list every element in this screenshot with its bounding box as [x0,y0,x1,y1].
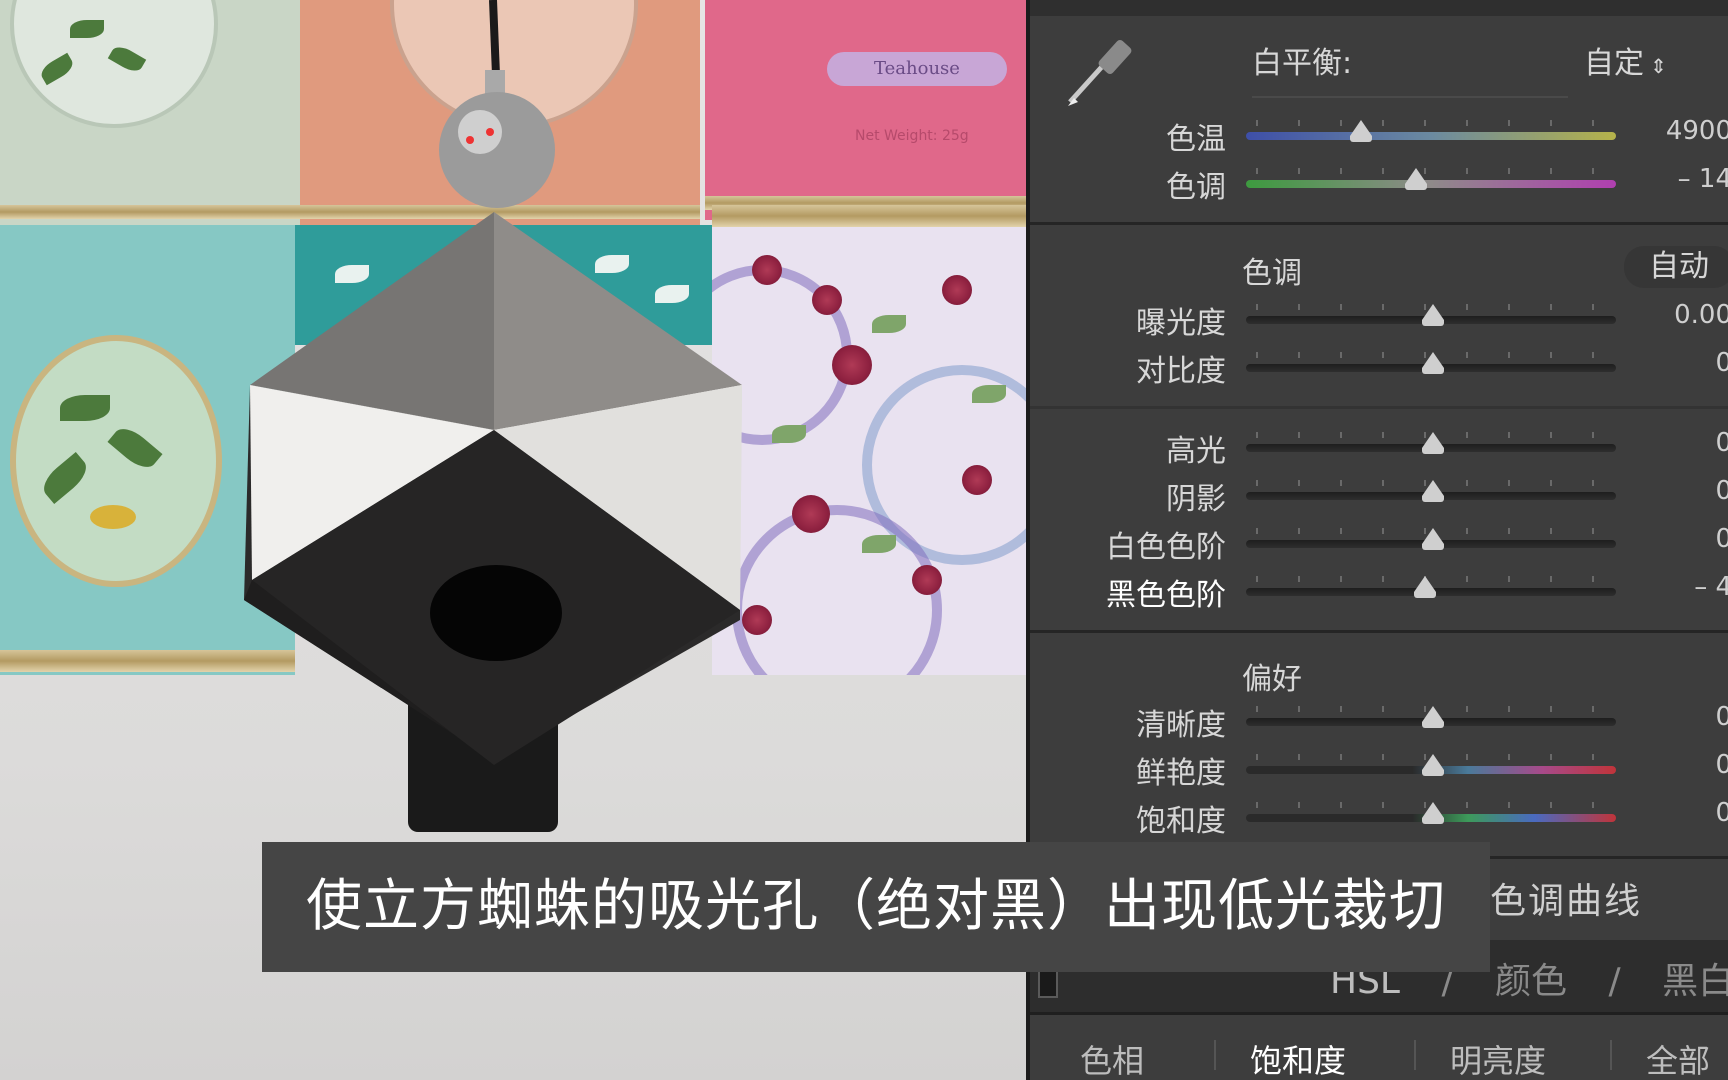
slider-label-highlights: 高光 [1166,434,1226,469]
tab-divider [1414,1040,1416,1070]
slider-thumb-temp[interactable] [1349,120,1372,142]
slider-thumb-whites[interactable] [1421,528,1444,550]
slider-ticks [1256,168,1606,174]
slider-thumb-clarity[interactable] [1421,706,1444,728]
slider-thumb-tint[interactable] [1405,168,1428,190]
slider-value-blacks[interactable]: – 4 [1622,572,1728,602]
slider-label-saturation: 饱和度 [1136,804,1226,839]
slider-thumb-saturation[interactable] [1421,802,1444,824]
slider-value-saturation[interactable]: 0 [1622,798,1728,828]
hsl-subtab-0[interactable]: 色相 [1080,1036,1144,1080]
slider-label-vibrance: 鲜艳度 [1136,756,1226,791]
hsl-subtab-3[interactable]: 全部 [1646,1036,1710,1080]
slider-track-temp[interactable] [1246,132,1616,140]
slider-label-whites: 白色色阶 [1106,530,1226,565]
slider-track-tint[interactable] [1246,180,1616,188]
tone-section-title: 色调 [1242,256,1302,291]
bw-tab[interactable]: 黑白 [1662,961,1728,1002]
color-tab[interactable]: 颜色 [1495,961,1567,1002]
updown-icon: ⇕ [1650,54,1667,78]
slider-value-clarity[interactable]: 0 [1622,702,1728,732]
slider-value-vibrance[interactable]: 0 [1622,750,1728,780]
slider-value-shadows[interactable]: 0 [1622,476,1728,506]
slider-thumb-vibrance[interactable] [1421,754,1444,776]
white-balance-select[interactable]: 自定 ⇕ [1584,38,1667,82]
slider-value-whites[interactable]: 0 [1622,524,1728,554]
slider-value-contrast[interactable]: 0 [1622,348,1728,378]
slider-label-tint: 色调 [1166,170,1226,205]
slider-label-contrast: 对比度 [1136,354,1226,389]
slider-label-blacks: 黑色色阶 [1106,578,1226,613]
slider-thumb-shadows[interactable] [1421,480,1444,502]
presence-section-title: 偏好 [1242,662,1302,697]
slider-thumb-contrast[interactable] [1421,352,1444,374]
tone-curve-panel-header[interactable]: 色调曲线 [1490,872,1642,924]
slider-value-tint[interactable]: – 14 [1622,164,1728,194]
slider-value-exposure[interactable]: 0.00 [1622,300,1728,330]
tab-divider [1610,1040,1612,1070]
slider-thumb-exposure[interactable] [1421,304,1444,326]
tone-auto-button[interactable]: 自动 [1624,246,1728,288]
slider-label-exposure: 曝光度 [1136,306,1226,341]
slider-thumb-highlights[interactable] [1421,432,1444,454]
hsl-sub-tabs: 色相 饱和度 明亮度 全部 [1030,1030,1728,1080]
slider-thumb-blacks[interactable] [1414,576,1437,598]
white-balance-label: 白平衡: [1252,46,1353,81]
eyedropper-icon[interactable] [1060,30,1140,110]
tab-separator: / [1608,961,1621,1002]
white-balance-mode: 自定 [1584,46,1644,81]
subtitle-caption: 使立方蜘蛛的吸光孔（绝对黑）出现低光裁切 [262,842,1490,972]
slider-label-temp: 色温 [1166,122,1226,157]
tab-divider [1214,1040,1216,1070]
hsl-subtab-2[interactable]: 明亮度 [1450,1036,1546,1080]
slider-ticks [1256,120,1606,126]
slider-value-temp[interactable]: 4900 [1622,116,1728,146]
slider-label-clarity: 清晰度 [1136,708,1226,743]
slider-value-highlights[interactable]: 0 [1622,428,1728,458]
hsl-subtab-1[interactable]: 饱和度 [1250,1036,1346,1080]
slider-label-shadows: 阴影 [1166,482,1226,517]
